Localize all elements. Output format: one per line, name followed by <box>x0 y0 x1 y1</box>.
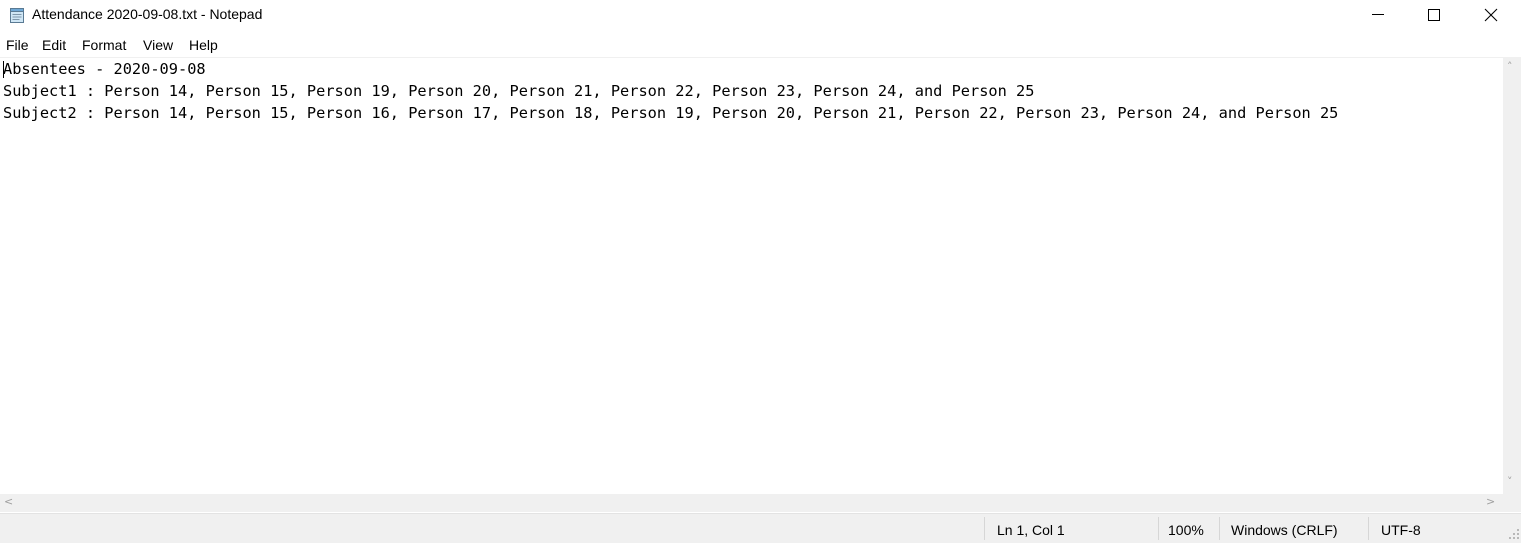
cursor-position: Ln 1, Col 1 <box>997 522 1065 538</box>
status-divider <box>1158 517 1159 540</box>
close-button[interactable] <box>1462 0 1521 30</box>
editor-line: Subject1 : Person 14, Person 15, Person … <box>3 82 1035 100</box>
scroll-up-icon[interactable]: ˄ <box>1507 60 1513 73</box>
scrollbar-corner <box>1503 494 1521 512</box>
menu-format[interactable]: Format <box>80 37 128 53</box>
scroll-left-icon[interactable]: < <box>4 495 13 508</box>
window-title: Attendance 2020-09-08.txt - Notepad <box>32 6 263 22</box>
status-divider <box>984 517 985 540</box>
scroll-right-icon[interactable]: > <box>1486 495 1495 508</box>
horizontal-scrollbar[interactable]: < > <box>0 494 1503 512</box>
encoding: UTF-8 <box>1381 522 1421 538</box>
menu-view[interactable]: View <box>141 37 175 53</box>
maximize-icon <box>1428 9 1440 21</box>
menu-edit[interactable]: Edit <box>40 37 68 53</box>
minimize-icon <box>1372 14 1384 15</box>
zoom-level: 100% <box>1168 522 1204 538</box>
resize-grip-icon[interactable] <box>1508 528 1520 540</box>
menu-file[interactable]: File <box>4 37 31 53</box>
menu-bar: File Edit Format View Help <box>0 34 1521 56</box>
title-bar[interactable]: Attendance 2020-09-08.txt - Notepad <box>0 0 1521 30</box>
line-ending: Windows (CRLF) <box>1231 522 1338 538</box>
status-divider <box>1219 517 1220 540</box>
close-icon <box>1484 8 1498 22</box>
text-caret <box>3 61 4 78</box>
vertical-scrollbar[interactable]: ˄ ˅ <box>1503 57 1521 494</box>
editor-line: Subject2 : Person 14, Person 15, Person … <box>3 104 1339 122</box>
status-bar: Ln 1, Col 1 100% Windows (CRLF) UTF-8 <box>0 513 1521 543</box>
minimize-button[interactable] <box>1349 0 1408 30</box>
scroll-down-icon[interactable]: ˅ <box>1507 475 1513 488</box>
text-editor[interactable] <box>0 57 1503 495</box>
maximize-button[interactable] <box>1405 0 1464 30</box>
menu-help[interactable]: Help <box>187 37 220 53</box>
notepad-icon <box>8 6 26 24</box>
editor-line: Absentees - 2020-09-08 <box>3 60 206 78</box>
status-divider <box>1368 517 1369 540</box>
